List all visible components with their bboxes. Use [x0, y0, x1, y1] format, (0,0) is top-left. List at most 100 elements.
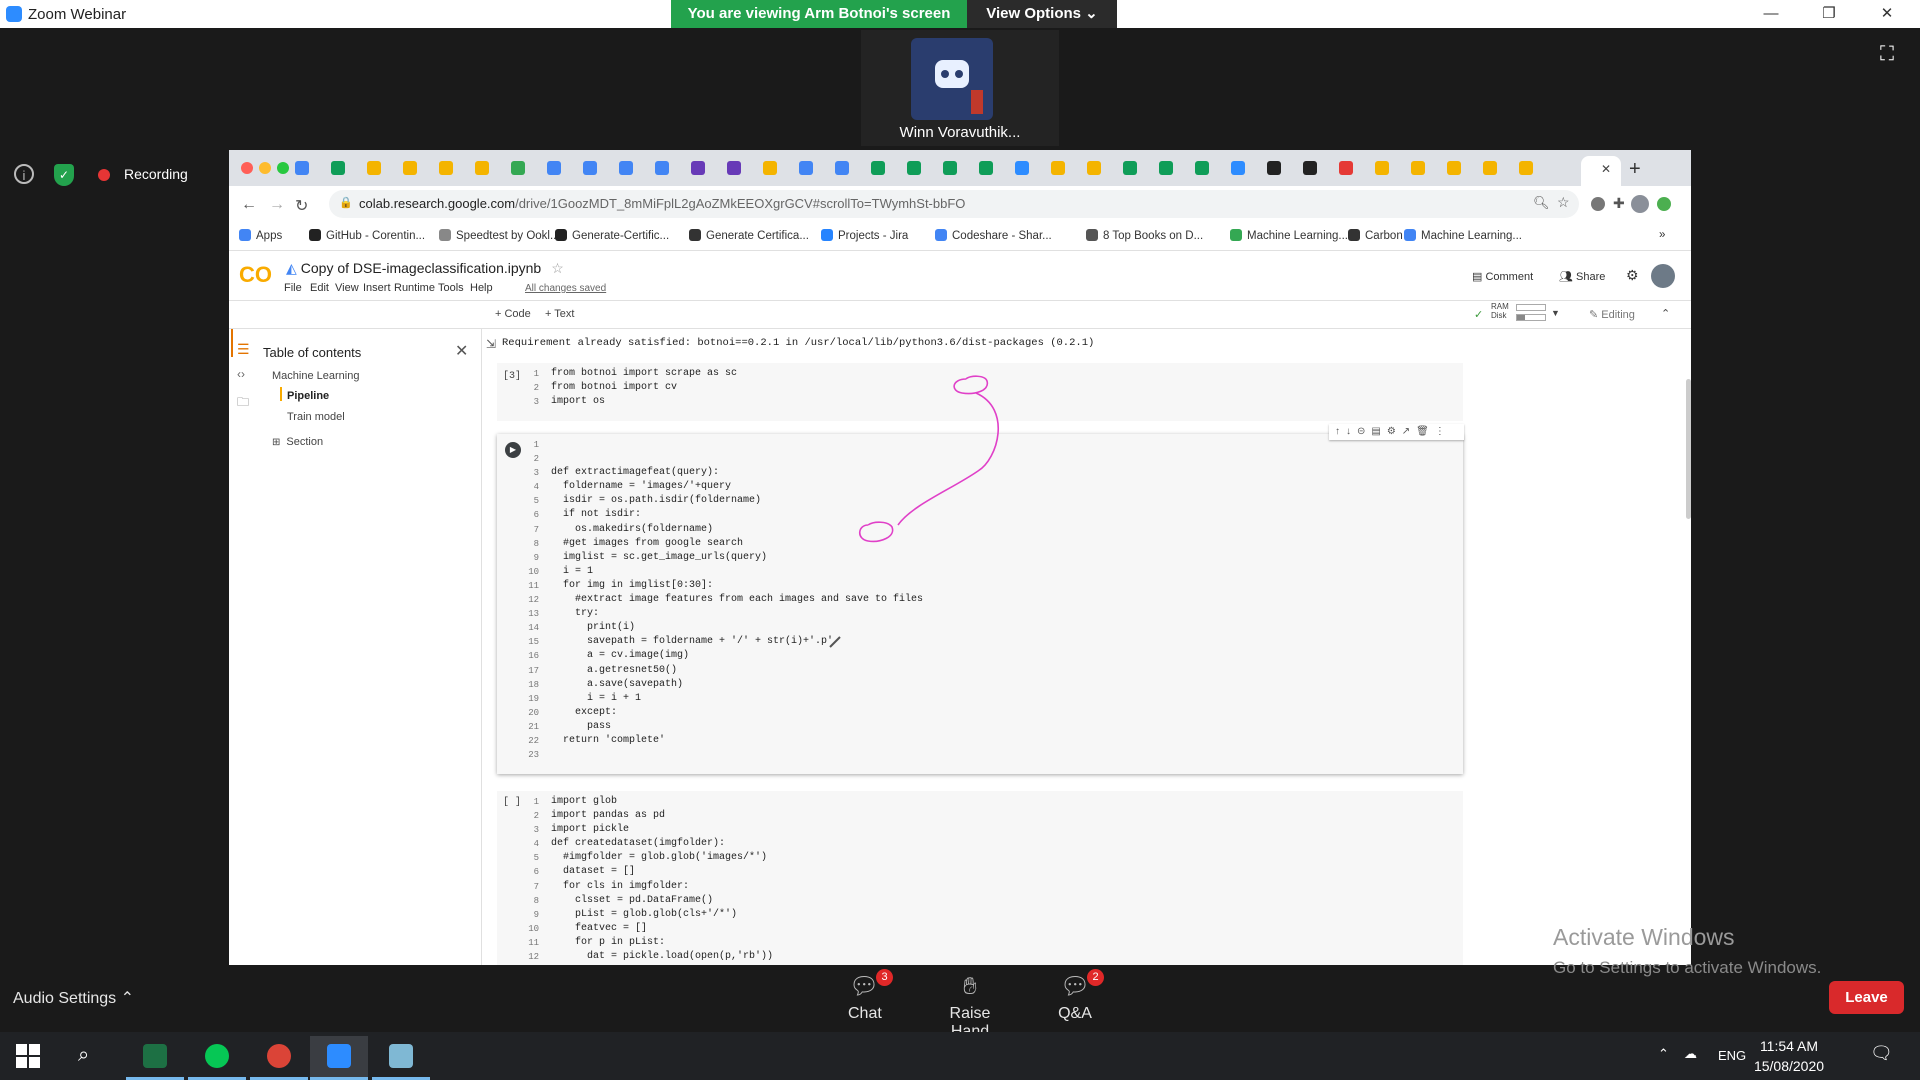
- avatar[interactable]: [1651, 264, 1675, 288]
- bookmark-item[interactable]: Projects - Jira: [821, 229, 908, 242]
- taskbar-line[interactable]: [188, 1036, 246, 1080]
- active-tab[interactable]: ✕: [1581, 156, 1621, 186]
- browser-tab-favicon-icon[interactable]: [979, 161, 993, 175]
- profile-icon[interactable]: [1631, 195, 1649, 213]
- qa-button[interactable]: 💬︎ 2 Q&A: [1058, 969, 1104, 1023]
- notification-icon[interactable]: 🗨︎: [1870, 1043, 1893, 1064]
- browser-tab-favicon-icon[interactable]: [1123, 161, 1137, 175]
- bookmark-item[interactable]: Speedtest by Ookl...: [439, 229, 560, 242]
- browser-tab-favicon-icon[interactable]: [331, 161, 345, 175]
- menu-item-tools[interactable]: Tools: [438, 282, 464, 294]
- bookmark-item[interactable]: Generate Certifica...: [689, 229, 809, 242]
- toc-item-section[interactable]: ⊞ Section: [272, 436, 323, 448]
- taskbar-notes[interactable]: [372, 1036, 430, 1080]
- toc-icon[interactable]: ☰: [237, 341, 250, 358]
- colab-logo[interactable]: CO: [239, 262, 272, 288]
- browser-tab-favicon-icon[interactable]: [1411, 161, 1425, 175]
- browser-tab-favicon-icon[interactable]: [1231, 161, 1245, 175]
- url-input[interactable]: 🔒 colab.research.google.com/drive/1GoozM…: [329, 190, 1579, 218]
- leave-button[interactable]: Leave: [1829, 981, 1904, 1014]
- browser-tab-favicon-icon[interactable]: [691, 161, 705, 175]
- bookmark-item[interactable]: GitHub - Corentin...: [309, 229, 425, 242]
- search-icon[interactable]: ⌕: [78, 1044, 89, 1067]
- view-options-button[interactable]: View Options ⌄: [967, 0, 1117, 28]
- cloud-icon[interactable]: ☁: [1684, 1046, 1697, 1062]
- clock[interactable]: 11:54 AM 15/08/2020: [1749, 1036, 1829, 1076]
- new-tab-button[interactable]: +: [1629, 158, 1641, 181]
- chevron-down-icon[interactable]: ▼: [1551, 308, 1560, 318]
- browser-tab-favicon-icon[interactable]: [1447, 161, 1461, 175]
- close-dot-icon[interactable]: [241, 162, 253, 174]
- extension-icon[interactable]: [1591, 197, 1605, 211]
- participant-video-tile[interactable]: Winn Voravuthik...: [861, 30, 1059, 146]
- browser-tab-favicon-icon[interactable]: [835, 161, 849, 175]
- bookmark-item[interactable]: Generate-Certific...: [555, 229, 669, 242]
- chat-button[interactable]: 💬︎ 3 Chat: [848, 969, 893, 1023]
- toc-item-pipeline[interactable]: Pipeline: [287, 390, 329, 402]
- browser-tab-favicon-icon[interactable]: [1339, 161, 1353, 175]
- browser-tab-favicon-icon[interactable]: [511, 161, 525, 175]
- info-icon[interactable]: i: [14, 164, 34, 184]
- browser-tab-favicon-icon[interactable]: [1159, 161, 1173, 175]
- windows-start-icon[interactable]: [16, 1044, 40, 1068]
- audio-settings-button[interactable]: Audio Settings ⌃: [13, 988, 134, 1008]
- minimize-button[interactable]: —: [1748, 0, 1794, 28]
- browser-tab-favicon-icon[interactable]: [1303, 161, 1317, 175]
- browser-tab-favicon-icon[interactable]: [871, 161, 885, 175]
- sync-icon[interactable]: [1657, 197, 1671, 211]
- browser-tab-favicon-icon[interactable]: [943, 161, 957, 175]
- browser-tab-favicon-icon[interactable]: [547, 161, 561, 175]
- share-button[interactable]: 👥︎ Share: [1559, 270, 1605, 283]
- bookmark-item[interactable]: Apps: [239, 229, 282, 242]
- browser-tab-favicon-icon[interactable]: [1195, 161, 1209, 175]
- restore-button[interactable]: ❐: [1806, 0, 1852, 28]
- settings-gear-icon[interactable]: ⚙: [1626, 267, 1639, 284]
- browser-tab-favicon-icon[interactable]: [619, 161, 633, 175]
- browser-tab-favicon-icon[interactable]: [1051, 161, 1065, 175]
- menu-item-view[interactable]: View: [335, 282, 359, 294]
- browser-tab-favicon-icon[interactable]: [367, 161, 381, 175]
- browser-tab-favicon-icon[interactable]: [403, 161, 417, 175]
- folder-icon[interactable]: 🗀: [237, 393, 249, 414]
- bookmark-item[interactable]: Carbon: [1348, 229, 1403, 242]
- bookmark-item[interactable]: »: [1659, 229, 1665, 241]
- minimize-dot-icon[interactable]: [259, 162, 271, 174]
- taskbar-zoom[interactable]: [310, 1036, 368, 1080]
- bookmark-item[interactable]: Codeshare - Shar...: [935, 229, 1052, 242]
- browser-tab-favicon-icon[interactable]: [1519, 161, 1533, 175]
- save-status[interactable]: All changes saved: [525, 283, 606, 294]
- browser-tab-favicon-icon[interactable]: [475, 161, 489, 175]
- menu-item-insert[interactable]: Insert: [363, 282, 391, 294]
- back-icon[interactable]: ←: [241, 196, 257, 214]
- browser-tab-favicon-icon[interactable]: [1015, 161, 1029, 175]
- menu-item-runtime[interactable]: Runtime: [394, 282, 435, 294]
- fullscreen-icon[interactable]: ⛶: [1880, 44, 1900, 64]
- toc-item-train-model[interactable]: Train model: [287, 411, 345, 423]
- menu-item-help[interactable]: Help: [470, 282, 493, 294]
- browser-tab-favicon-icon[interactable]: [1483, 161, 1497, 175]
- taskbar-chrome[interactable]: [250, 1036, 308, 1080]
- resource-monitor[interactable]: RAM Disk: [1491, 302, 1509, 320]
- browser-tab-favicon-icon[interactable]: [1375, 161, 1389, 175]
- bookmark-item[interactable]: Machine Learning...: [1404, 229, 1522, 242]
- star-icon[interactable]: ☆: [1557, 194, 1570, 211]
- comment-button[interactable]: ▤ Comment: [1472, 270, 1533, 283]
- browser-tab-favicon-icon[interactable]: [439, 161, 453, 175]
- browser-tab-favicon-icon[interactable]: [295, 161, 309, 175]
- language-indicator[interactable]: ENG: [1718, 1048, 1746, 1063]
- search-icon[interactable]: 🔍︎: [1533, 195, 1550, 211]
- shield-icon[interactable]: ✓: [54, 164, 74, 186]
- browser-tab-favicon-icon[interactable]: [907, 161, 921, 175]
- browser-tab-favicon-icon[interactable]: [1087, 161, 1101, 175]
- browser-tab-favicon-icon[interactable]: [727, 161, 741, 175]
- chevron-up-icon[interactable]: ⌃: [1661, 307, 1670, 320]
- taskbar-excel[interactable]: [126, 1036, 184, 1080]
- add-code-button[interactable]: + Code: [495, 308, 531, 320]
- browser-tab-favicon-icon[interactable]: [763, 161, 777, 175]
- puzzle-icon[interactable]: ✚: [1613, 195, 1625, 212]
- toc-item-machine-learning[interactable]: Machine Learning: [272, 370, 359, 382]
- browser-tab-favicon-icon[interactable]: [1267, 161, 1281, 175]
- browser-tab-favicon-icon[interactable]: [655, 161, 669, 175]
- menu-item-file[interactable]: File: [284, 282, 302, 294]
- bookmark-item[interactable]: Machine Learning...: [1230, 229, 1348, 242]
